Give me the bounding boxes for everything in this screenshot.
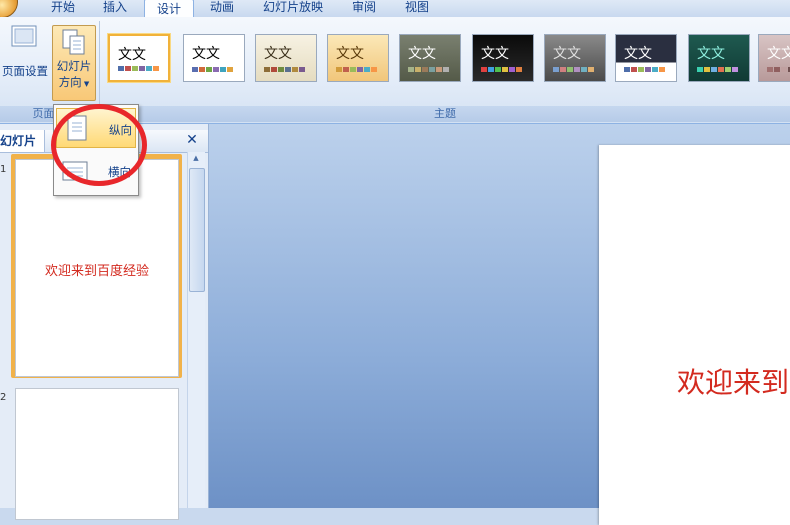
theme-sample-text: 文文 (336, 46, 364, 62)
tab-insert[interactable]: 插入 (96, 0, 134, 17)
scroll-up-icon[interactable]: ▲ (190, 154, 202, 164)
baidu-watermark: Bai du 经验 jingyan.baidu.com (604, 420, 790, 508)
watermark-url: jingyan.baidu.com (606, 472, 708, 485)
theme-sample-text: 文文 (192, 46, 220, 62)
theme-option-3[interactable]: 文文 (255, 34, 317, 82)
slide-orientation-label-2: 方向 ▼ (58, 75, 90, 89)
theme-sample-text: 文文 (481, 46, 509, 62)
orientation-dropdown-menu: 纵向 横向 (53, 104, 139, 196)
watermark-logo: Bai du 经验 (604, 443, 731, 468)
slide-orientation-button[interactable]: 幻灯片 方向 ▼ (52, 25, 96, 101)
scroll-thumb[interactable] (189, 168, 205, 292)
ribbon-tab-bar: 开始 插入 设计 动画 幻灯片放映 审阅 视图 (0, 0, 790, 18)
theme-sample-text: 文文 (697, 46, 725, 62)
theme-color-swatches (767, 67, 790, 72)
theme-color-swatches (192, 67, 233, 72)
slide-thumbnail-1-text: 欢迎来到百度经验 (44, 264, 149, 279)
theme-sample-text: 文文 (767, 46, 790, 62)
theme-color-swatches (553, 67, 594, 72)
theme-option-8[interactable]: 文文 (615, 34, 677, 82)
theme-sample-text: 文文 (264, 46, 292, 62)
menu-item-portrait-label: 纵向 (109, 123, 132, 137)
tab-slides[interactable]: 幻灯片 (0, 130, 45, 152)
tab-design[interactable]: 设计 (144, 0, 194, 18)
theme-option-6[interactable]: 文文 (472, 34, 534, 82)
menu-item-portrait[interactable]: 纵向 (56, 108, 136, 148)
theme-option-10[interactable]: 文文 (758, 34, 790, 82)
close-icon[interactable]: ✕ (184, 131, 200, 149)
landscape-icon (62, 161, 88, 184)
theme-option-5[interactable]: 文文 (399, 34, 461, 82)
group-divider (99, 21, 100, 105)
slide-orientation-label-1: 幻灯片 (56, 59, 92, 73)
theme-color-swatches (264, 67, 305, 72)
theme-sample-text: 文文 (553, 46, 581, 62)
theme-color-swatches (697, 67, 738, 72)
theme-color-swatches (624, 67, 665, 72)
theme-option-7[interactable]: 文文 (544, 34, 606, 82)
tab-slideshow[interactable]: 幻灯片放映 (258, 0, 328, 17)
page-setup-label: 页面设置 (2, 64, 48, 78)
theme-option-4[interactable]: 文文 (327, 34, 389, 82)
theme-color-swatches (481, 67, 522, 72)
group-label-themes: 主题 (100, 106, 790, 122)
theme-color-swatches (408, 67, 449, 72)
theme-sample-text: 文文 (118, 47, 146, 63)
tab-view[interactable]: 视图 (398, 0, 436, 17)
theme-option-1[interactable]: 文文 (108, 34, 170, 82)
theme-sample-text: 文文 (408, 46, 436, 62)
slide-thumbnail-2[interactable] (15, 388, 179, 520)
menu-item-landscape[interactable]: 横向 (56, 151, 136, 191)
slide-number-2: 2 (0, 392, 7, 403)
theme-option-9[interactable]: 文文 (688, 34, 750, 82)
tab-home[interactable]: 开始 (44, 0, 82, 17)
page-setup-icon (11, 25, 37, 47)
tab-animations[interactable]: 动画 (202, 0, 242, 17)
office-button[interactable] (0, 0, 18, 18)
page-setup-button[interactable]: 页面设置 (0, 25, 50, 79)
main-slide-text[interactable]: 欢迎来到 (677, 361, 789, 401)
slide-orientation-icon (61, 28, 87, 58)
theme-color-swatches (336, 67, 377, 72)
dropdown-arrow-icon: ▼ (81, 80, 90, 88)
portrait-icon (67, 115, 87, 144)
slide-number-1: 1 (0, 164, 7, 175)
tab-review[interactable]: 审阅 (345, 0, 383, 17)
theme-color-swatches (118, 66, 159, 71)
slides-panel-scrollbar[interactable]: ▲ (187, 152, 205, 508)
theme-sample-text: 文文 (624, 46, 652, 62)
theme-option-2[interactable]: 文文 (183, 34, 245, 82)
menu-item-landscape-label: 横向 (108, 165, 131, 179)
